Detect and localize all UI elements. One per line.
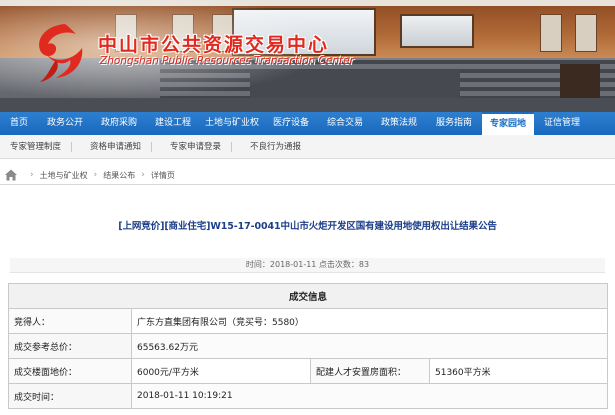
nav-item-service-guide[interactable]: 服务指南: [426, 112, 482, 135]
sub-nav-expert-rules[interactable]: 专家管理制度: [0, 141, 73, 152]
breadcrumb-land-mining[interactable]: 土地与矿业权: [40, 170, 88, 181]
nav-item-gov-affairs[interactable]: 政务公开: [38, 112, 92, 135]
table-row: 成交参考总价： 65563.62万元: [8, 333, 608, 359]
table-row: 成交时间： 2018-01-11 10:19:21: [8, 383, 608, 409]
sub-nav-qualification-notice[interactable]: 资格申请通知: [72, 141, 153, 152]
banner-window: [540, 14, 562, 52]
sub-nav-misconduct-report[interactable]: 不良行为通报: [232, 142, 311, 152]
nav-item-construction[interactable]: 建设工程: [146, 112, 200, 135]
breadcrumb-separator: ›: [30, 170, 34, 180]
site-subtitle: Zhongshan Public Resources Transaction C…: [100, 55, 354, 67]
site-logo-icon[interactable]: [26, 20, 96, 84]
table-label: 成交楼面地价：: [8, 358, 132, 384]
table-label: 成交参考总价：: [8, 333, 132, 359]
nav-item-policy[interactable]: 政策法规: [372, 112, 426, 135]
main-nav: 首页 政务公开 政府采购 建设工程 土地与矿业权 医疗设备 综合交易 政策法规 …: [0, 112, 615, 135]
table-row: 竞得人： 广东方直集团有限公司（竞买号：5580）: [8, 308, 608, 334]
nav-item-comprehensive[interactable]: 综合交易: [318, 112, 372, 135]
table-value: 6000元/平方米: [131, 358, 311, 384]
sub-nav: 专家管理制度 资格申请通知 专家申请登录 不良行为通报: [0, 135, 615, 159]
breadcrumb-separator: ›: [93, 170, 98, 180]
nav-item-medical[interactable]: 医疗设备: [264, 112, 318, 135]
table-label: 配建人才安置房面积：: [310, 358, 430, 384]
banner-window: [575, 14, 597, 52]
nav-item-land-mining[interactable]: 土地与矿业权: [200, 112, 264, 135]
breadcrumb-separator: ›: [141, 170, 145, 180]
banner-front-desk: [0, 98, 615, 112]
table-label: 竞得人：: [8, 308, 132, 334]
nav-item-credit-mgmt[interactable]: 证信管理: [534, 112, 590, 135]
table-value: 65563.62万元: [131, 333, 608, 359]
article-meta: 时间：2018-01-11 点击次数：83: [10, 258, 605, 273]
breadcrumb: › 土地与矿业权 › 结果公布 › 详情页: [0, 166, 615, 185]
table-label: 成交时间：: [8, 383, 132, 409]
nav-item-home[interactable]: 首页: [0, 112, 38, 135]
breadcrumb-results[interactable]: 结果公布: [103, 170, 135, 181]
site-title: 中山市公共资源交易中心: [98, 34, 330, 56]
table-header: 成交信息: [8, 283, 608, 309]
nav-item-procurement[interactable]: 政府采购: [92, 112, 146, 135]
banner-screen: [400, 14, 474, 48]
table-value: 51360平方米: [429, 358, 608, 384]
article-title: [上网竞价][商业住宅]W15-17-0041中山市火炬开发区国有建设用地使用权…: [118, 221, 497, 232]
nav-item-expert-zone[interactable]: 专家园地: [482, 112, 534, 135]
sub-nav-expert-login[interactable]: 专家申请登录: [152, 141, 233, 152]
breadcrumb-detail: 详情页: [150, 170, 175, 180]
table-row: 成交楼面地价： 6000元/平方米 配建人才安置房面积： 51360平方米: [8, 358, 608, 384]
table-value: 2018-01-11 10:19:21: [131, 383, 608, 409]
transaction-info-table: 成交信息 竞得人： 广东方直集团有限公司（竞买号：5580） 成交参考总价： 6…: [8, 283, 608, 409]
home-icon[interactable]: [4, 168, 18, 182]
table-value: 广东方直集团有限公司（竞买号：5580）: [131, 308, 608, 334]
header-banner: 中山市公共资源交易中心 Zhongshan Public Resources T…: [0, 0, 615, 112]
